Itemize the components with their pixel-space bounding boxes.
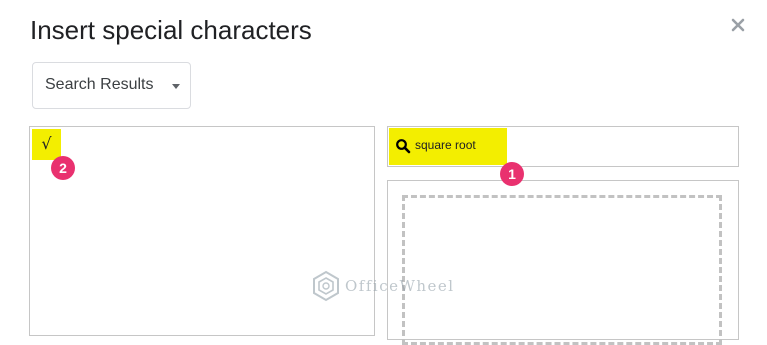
- search-field[interactable]: square root: [387, 126, 739, 167]
- character-cell-square-root[interactable]: √: [32, 129, 61, 160]
- watermark: OfficeWheel: [311, 266, 455, 306]
- category-dropdown-label: Search Results: [45, 76, 154, 93]
- dialog-title: Insert special characters: [30, 15, 312, 45]
- insert-special-characters-dialog: Insert special characters Search Results…: [0, 0, 767, 345]
- draw-panel: [387, 180, 739, 345]
- close-icon[interactable]: [726, 13, 750, 37]
- search-input[interactable]: square root: [415, 138, 476, 152]
- category-dropdown[interactable]: Search Results: [32, 62, 191, 109]
- search-icon: [395, 138, 411, 159]
- watermark-text: OfficeWheel: [345, 277, 455, 295]
- step-2-badge: 2: [51, 156, 75, 180]
- dropdown-caret-icon: [172, 84, 180, 89]
- character-glyph: √: [41, 134, 52, 153]
- officewheel-logo-icon: [313, 270, 339, 302]
- step-1-badge: 1: [500, 162, 524, 186]
